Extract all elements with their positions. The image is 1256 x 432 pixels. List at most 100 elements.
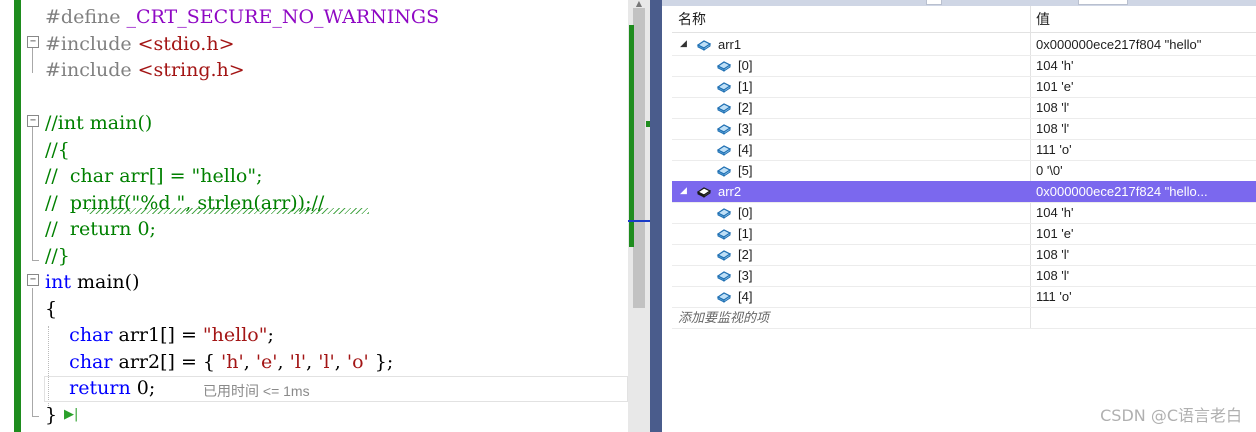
code-editor[interactable]: − − − #define _CRT_SECURE_NO_WARNINGS #in… bbox=[0, 0, 652, 432]
code-line-text: #include <stdio.h> bbox=[45, 31, 235, 57]
code-token: 'e' bbox=[255, 350, 278, 373]
editor-vertical-scrollbar[interactable]: ▲ bbox=[628, 0, 650, 432]
code-line[interactable]: //} bbox=[0, 243, 628, 269]
code-line[interactable]: int main() bbox=[0, 269, 628, 295]
watch-item-name: [3] bbox=[738, 121, 753, 136]
code-line[interactable]: return 0; bbox=[0, 375, 628, 401]
variable-icon bbox=[716, 78, 732, 94]
code-token: return bbox=[69, 377, 131, 399]
watch-row-element[interactable]: [0] 104 'h' bbox=[672, 202, 1256, 224]
code-token: { bbox=[45, 297, 58, 320]
watch-row-element[interactable]: [1] 101 'e' bbox=[672, 76, 1256, 98]
variable-icon bbox=[716, 267, 732, 283]
watch-item-value[interactable]: 108 'l' bbox=[1036, 97, 1254, 118]
watch-item-name: [1] bbox=[738, 79, 753, 94]
code-line-text: //} bbox=[45, 243, 70, 269]
code-line[interactable]: #include <stdio.h> bbox=[0, 31, 628, 57]
elapsed-time-hint: 已用时间 <= 1ms bbox=[203, 383, 310, 399]
pane-splitter[interactable] bbox=[650, 0, 662, 432]
code-token: #include bbox=[45, 32, 138, 55]
code-token: 'l' bbox=[289, 350, 307, 373]
code-line[interactable]: #define _CRT_SECURE_NO_WARNINGS bbox=[0, 4, 628, 30]
code-token: }; bbox=[368, 350, 394, 373]
watch-item-value[interactable]: 108 'l' bbox=[1036, 244, 1254, 265]
code-token: arr1[] = bbox=[112, 324, 203, 346]
expand-collapse-icon[interactable]: ◢ bbox=[680, 38, 690, 50]
variable-icon bbox=[716, 246, 732, 262]
watch-row-element[interactable]: [2] 108 'l' bbox=[672, 97, 1256, 119]
watch-row-arr2[interactable]: ◢ arr2 0x000000ece217f824 "hello... bbox=[672, 181, 1256, 203]
watch-row-element[interactable]: [4] 111 'o' bbox=[672, 139, 1256, 161]
watch-item-value[interactable]: 0 '\0' bbox=[1036, 160, 1254, 181]
watch-row-element[interactable]: [3] 108 'l' bbox=[672, 265, 1256, 287]
watch-row-element[interactable]: [5] 0 '\0' bbox=[672, 160, 1256, 182]
watch-item-value[interactable]: 101 'e' bbox=[1036, 223, 1254, 244]
watch-item-value[interactable]: 111 'o' bbox=[1036, 286, 1254, 307]
code-line[interactable]: // printf("%d ", strlen(arr));// bbox=[0, 190, 628, 216]
code-token: // return 0; bbox=[45, 218, 156, 240]
scrollbar-thumb[interactable] bbox=[633, 8, 645, 308]
variable-icon bbox=[716, 99, 732, 115]
code-line[interactable]: char arr1[] = "hello"; bbox=[0, 322, 628, 348]
watch-item-name: arr1 bbox=[718, 37, 742, 52]
code-line-text: // printf("%d ", strlen(arr));// bbox=[45, 190, 324, 216]
watch-row-element[interactable]: [3] 108 'l' bbox=[672, 118, 1256, 140]
code-line-text: char arr2[] = { 'h', 'e', 'l', 'l', 'o' … bbox=[45, 349, 393, 375]
code-line-text: int main() bbox=[45, 269, 139, 295]
code-line-text: // return 0; bbox=[45, 216, 156, 242]
add-watch-item[interactable]: 添加要监视的项 bbox=[672, 307, 1256, 329]
code-line[interactable]: char arr2[] = { 'h', 'e', 'l', 'l', 'o' … bbox=[0, 349, 628, 375]
watch-row-element[interactable]: [1] 101 'e' bbox=[672, 223, 1256, 245]
watch-item-value[interactable]: 104 'h' bbox=[1036, 202, 1254, 223]
code-token: //} bbox=[45, 244, 70, 267]
code-token: int bbox=[45, 271, 71, 293]
toolbar-box[interactable] bbox=[1078, 0, 1128, 5]
watch-window[interactable]: 名称 值 ◢ arr1 0x000000ece217f804 "hello" [0] 1… bbox=[662, 0, 1256, 432]
watch-header: 名称 值 bbox=[672, 6, 1256, 33]
code-token: #include bbox=[45, 59, 138, 81]
code-line[interactable]: //int main() bbox=[0, 110, 628, 136]
code-token: , bbox=[277, 350, 290, 373]
watch-item-value[interactable]: 108 'l' bbox=[1036, 118, 1254, 139]
code-token: "hello" bbox=[202, 324, 268, 346]
code-line[interactable]: // char arr[] = "hello"; bbox=[0, 163, 628, 189]
column-header-name[interactable]: 名称 bbox=[678, 6, 706, 32]
scrollbar-change-marker bbox=[629, 25, 634, 247]
code-line[interactable]: { bbox=[0, 296, 628, 322]
expand-collapse-icon[interactable]: ◢ bbox=[680, 185, 690, 197]
watch-row-element[interactable]: [4] 111 'o' bbox=[672, 286, 1256, 308]
code-token: 'l' bbox=[318, 350, 335, 373]
code-line-text: #define _CRT_SECURE_NO_WARNINGS bbox=[45, 4, 439, 30]
watch-item-value[interactable]: 108 'l' bbox=[1036, 265, 1254, 286]
run-to-click-icon[interactable]: ▶| bbox=[64, 404, 78, 426]
code-token: 0; bbox=[130, 377, 156, 399]
code-token: ; bbox=[267, 324, 274, 346]
code-line[interactable]: } bbox=[0, 402, 628, 428]
code-line[interactable]: #include <string.h> bbox=[0, 57, 628, 83]
code-line-text: } bbox=[45, 402, 57, 428]
code-token: //int main() bbox=[45, 112, 153, 134]
code-line[interactable]: // return 0; bbox=[0, 216, 628, 242]
watch-item-value[interactable]: 104 'h' bbox=[1036, 55, 1254, 76]
watch-item-name: [2] bbox=[738, 100, 753, 115]
watch-row-element[interactable]: [0] 104 'h' bbox=[672, 55, 1256, 77]
watch-row-element[interactable]: [2] 108 'l' bbox=[672, 244, 1256, 266]
code-token: <stdio.h> bbox=[137, 32, 235, 55]
toolbar-box[interactable] bbox=[926, 0, 942, 5]
watch-item-value[interactable]: 0x000000ece217f824 "hello... bbox=[1036, 181, 1254, 202]
watch-row-arr1[interactable]: ◢ arr1 0x000000ece217f804 "hello" bbox=[672, 34, 1256, 56]
watch-item-value[interactable]: 101 'e' bbox=[1036, 76, 1254, 97]
code-token: char bbox=[69, 350, 113, 373]
code-line[interactable] bbox=[0, 84, 628, 110]
variable-icon bbox=[716, 57, 732, 73]
watch-item-value[interactable]: 111 'o' bbox=[1036, 139, 1254, 160]
code-line-text: // char arr[] = "hello"; bbox=[45, 163, 262, 189]
watch-item-value[interactable]: 0x000000ece217f804 "hello" bbox=[1036, 34, 1254, 55]
scroll-up-icon[interactable]: ▲ bbox=[633, 0, 645, 8]
add-watch-label[interactable]: 添加要监视的项 bbox=[678, 307, 769, 328]
column-header-value[interactable]: 值 bbox=[1036, 6, 1050, 32]
code-line[interactable]: //{ bbox=[0, 137, 628, 163]
variable-icon bbox=[716, 162, 732, 178]
